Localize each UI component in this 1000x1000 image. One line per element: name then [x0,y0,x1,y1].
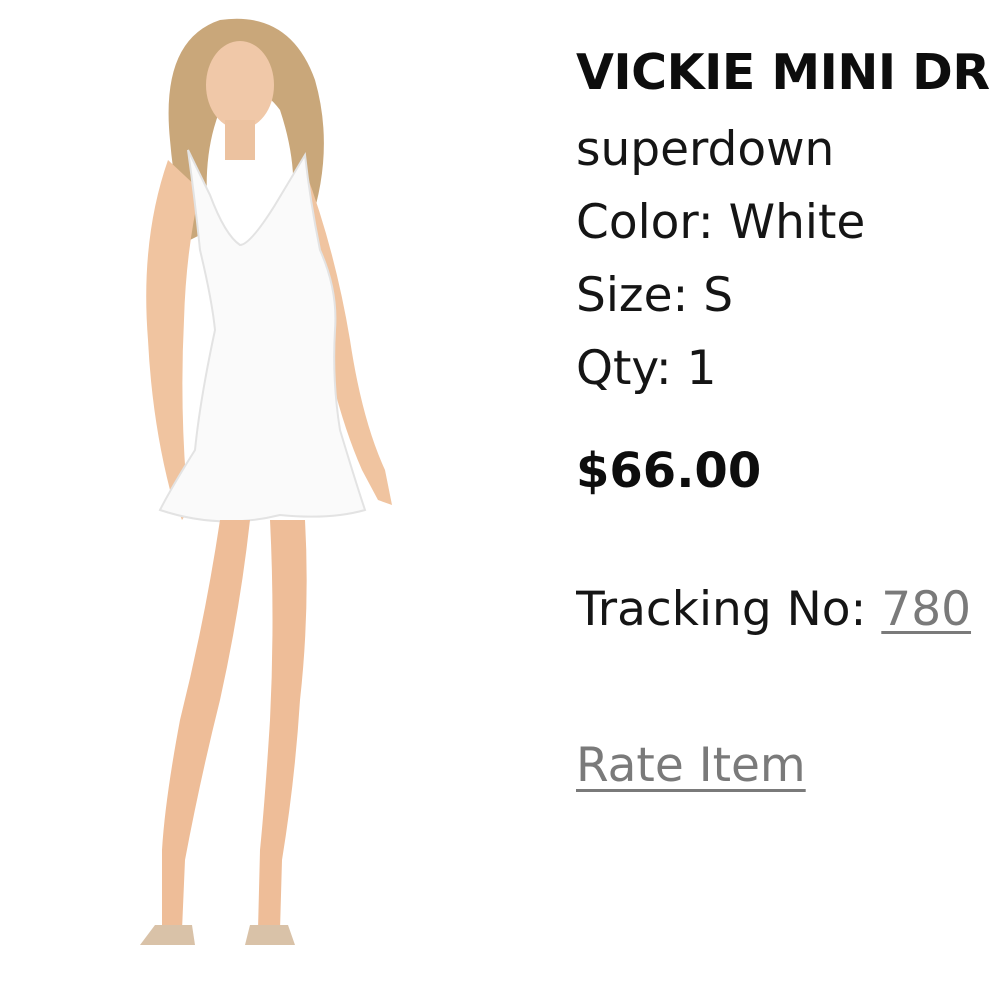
product-photo [100,0,460,1000]
tracking-label: Tracking No: [576,582,882,637]
product-brand: superdown [576,122,835,177]
product-size: Size: S [576,268,734,323]
tracking-number-link[interactable]: 780 [881,582,971,637]
rate-item-link[interactable]: Rate Item [576,738,806,793]
product-title[interactable]: VICKIE MINI DR [576,44,990,101]
product-details: VICKIE MINI DR superdown Color: White Si… [576,0,1000,1000]
product-color: Color: White [576,195,866,250]
product-price: $66.00 [576,443,762,499]
tracking-info: Tracking No: 780 [576,582,971,637]
product-qty: Qty: 1 [576,341,717,396]
